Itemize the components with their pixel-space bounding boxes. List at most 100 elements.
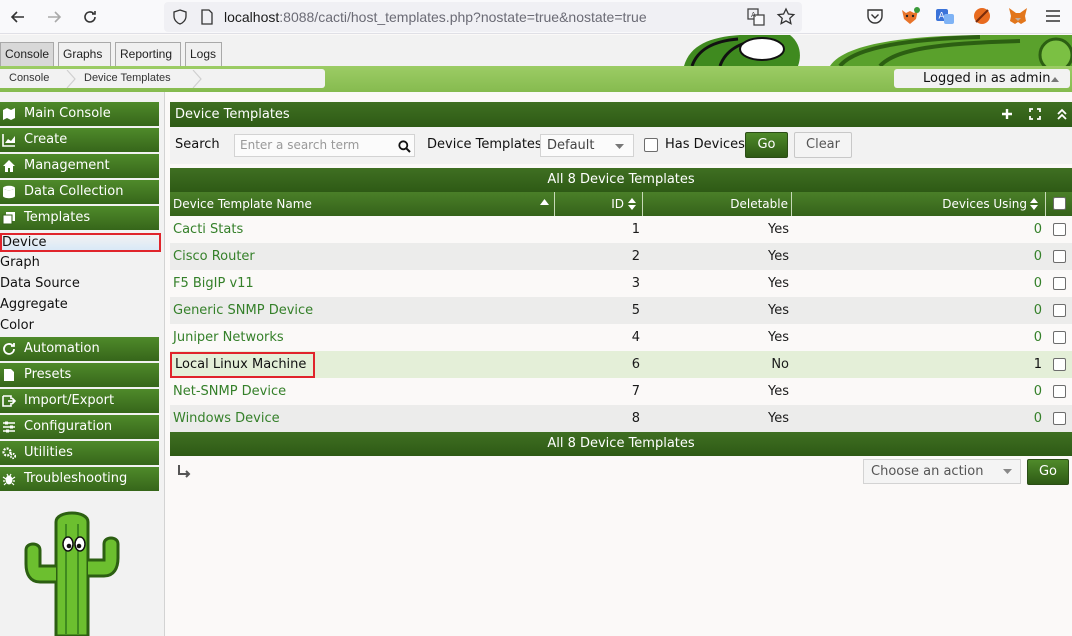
sidebar-item-troubleshooting[interactable]: Troubleshooting [0,467,159,491]
sidebar-item-main-console[interactable]: Main Console [0,102,159,126]
tab-logs[interactable]: Logs [185,42,222,66]
template-id: 1 [631,222,640,237]
template-name-link[interactable]: Generic SNMP Device [173,297,313,324]
row-checkbox[interactable] [1053,412,1066,425]
row-checkbox[interactable] [1053,223,1066,236]
row-checkbox[interactable] [1053,385,1066,398]
table-row[interactable]: Cisco Router 2 Yes 0 [170,243,1072,270]
sidebar-item-utilities[interactable]: Utilities [0,441,159,465]
tab-console[interactable]: Console [0,42,54,66]
back-button[interactable] [6,5,30,29]
row-checkbox[interactable] [1053,250,1066,263]
devices-using-link[interactable]: 0 [792,324,1042,351]
devices-using-link[interactable]: 1 [792,351,1042,378]
col-header-name[interactable]: Device Template Name [170,192,555,216]
sidebar-item-management[interactable]: Management [0,154,159,178]
table-row-selected[interactable]: Local Linux Machine 6 No 1 [170,351,1072,378]
search-icon [398,140,411,153]
sidebar-item-presets[interactable]: Presets [0,363,159,387]
row-checkbox[interactable] [1053,358,1066,371]
fox-extension-icon[interactable] [900,6,920,26]
template-id: 5 [631,303,640,318]
search-input[interactable]: Enter a search term [234,134,415,157]
col-header-deletable[interactable]: Deletable [643,192,792,216]
sidebar-item-data-collection[interactable]: Data Collection [0,180,159,204]
action-select-value: Choose an action [871,464,984,479]
sidebar-subitem-device[interactable]: Device [0,233,161,252]
translate-icon[interactable]: A [746,7,766,27]
sidebar-item-label: Troubleshooting [24,471,128,486]
devices-using-link[interactable]: 0 [792,243,1042,270]
breadcrumb-console[interactable]: Console [9,72,49,84]
chevron-down-icon [615,144,624,149]
template-name-link[interactable]: Windows Device [173,405,280,432]
collapse-up-icon[interactable] [1056,108,1068,120]
action-select[interactable]: Choose an action [863,459,1021,484]
panel-header: Device Templates [170,102,1072,127]
row-checkbox[interactable] [1053,304,1066,317]
devices-using-link[interactable]: 0 [792,216,1042,243]
sort-asc-icon [540,199,549,205]
tab-reporting[interactable]: Reporting [115,42,181,66]
template-deletable: Yes [768,330,789,345]
template-name-link[interactable]: Local Linux Machine [170,352,316,378]
block-extension-icon[interactable] [972,6,992,26]
col-header-id[interactable]: ID [555,192,643,216]
devices-using-link[interactable]: 0 [792,297,1042,324]
has-devices-checkbox[interactable] [644,138,658,152]
user-menu[interactable]: Logged in as admin [894,69,1070,88]
clear-button[interactable]: Clear [794,132,852,158]
sidebar-subitem-color[interactable]: Color [0,317,159,336]
sidebar-subitem-data-source[interactable]: Data Source [0,275,159,294]
sidebar-item-automation[interactable]: Automation [0,337,159,361]
sidebar-item-configuration[interactable]: Configuration [0,415,159,439]
devices-using-link[interactable]: 0 [792,405,1042,432]
action-go-button[interactable]: Go [1027,459,1069,485]
metamask-icon[interactable] [1007,6,1029,26]
bookmark-star-icon[interactable] [776,7,796,27]
table-row[interactable]: Net-SNMP Device 7 Yes 0 [170,378,1072,405]
go-button[interactable]: Go [745,132,788,158]
sidebar-item-templates[interactable]: Templates [0,206,159,230]
devices-using-link[interactable]: 0 [792,378,1042,405]
forward-button[interactable] [42,5,66,29]
table-row[interactable]: F5 BigIP v11 3 Yes 0 [170,270,1072,297]
table-count-header: All 8 Device Templates [170,168,1072,192]
refresh-icon [3,343,15,355]
table-row[interactable]: Juniper Networks 4 Yes 0 [170,324,1072,351]
template-name-link[interactable]: F5 BigIP v11 [173,270,254,297]
template-filter-select[interactable]: Default [540,134,634,157]
template-name-link[interactable]: Cacti Stats [173,216,243,243]
sort-icon [628,198,636,210]
template-name-link[interactable]: Juniper Networks [173,324,284,351]
shield-icon[interactable] [172,9,188,25]
tab-graphs[interactable]: Graphs [58,42,111,66]
sidebar-subitem-graph[interactable]: Graph [0,254,159,273]
plus-icon[interactable] [1001,108,1013,120]
template-name-link[interactable]: Net-SNMP Device [173,378,286,405]
row-checkbox[interactable] [1053,277,1066,290]
sort-icon [1030,198,1038,210]
sidebar-item-create[interactable]: Create [0,128,159,152]
table-row[interactable]: Cacti Stats 1 Yes 0 [170,216,1072,243]
export-icon [2,395,16,407]
sidebar-subitem-aggregate[interactable]: Aggregate [0,296,159,315]
col-header-devices-using[interactable]: Devices Using [792,192,1046,216]
breadcrumb-separator-icon [66,70,76,88]
address-bar[interactable]: localhost:8088/cacti/host_templates.php?… [164,2,802,32]
reload-button[interactable] [78,5,102,29]
breadcrumb-device-templates[interactable]: Device Templates [84,72,171,84]
pocket-icon[interactable] [866,7,884,25]
devices-using-link[interactable]: 0 [792,270,1042,297]
sidebar-item-import-export[interactable]: Import/Export [0,389,159,413]
sidebar-item-label: Utilities [24,445,73,460]
expand-icon[interactable] [1029,108,1041,120]
row-checkbox[interactable] [1053,331,1066,344]
menu-icon[interactable] [1044,8,1062,24]
table-row[interactable]: Windows Device 8 Yes 0 [170,405,1072,432]
select-all-checkbox[interactable] [1053,197,1066,210]
search-label: Search [175,137,220,152]
template-name-link[interactable]: Cisco Router [173,243,255,270]
translator-extension-icon[interactable]: A [935,6,955,26]
table-row[interactable]: Generic SNMP Device 5 Yes 0 [170,297,1072,324]
